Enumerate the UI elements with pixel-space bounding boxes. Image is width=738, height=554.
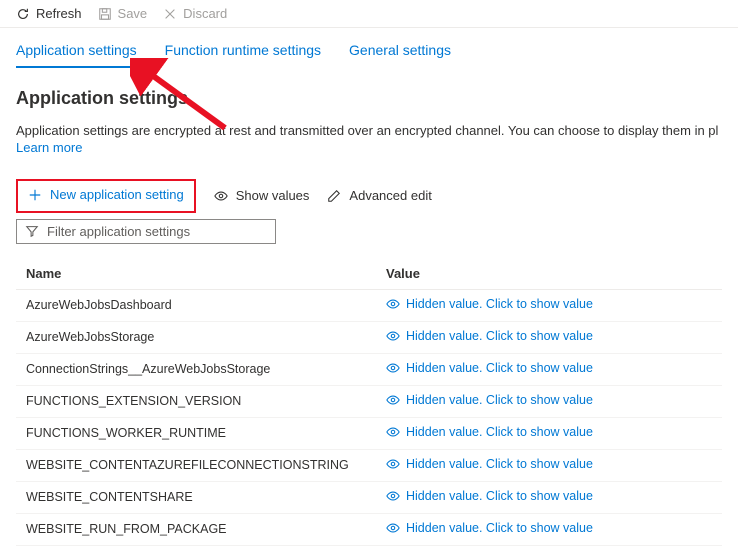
filter-input[interactable]: Filter application settings	[16, 219, 276, 244]
setting-name: AzureWebJobsStorage	[26, 330, 386, 344]
tab-application-settings[interactable]: Application settings	[16, 42, 137, 68]
refresh-button[interactable]: Refresh	[16, 6, 82, 21]
filter-icon	[25, 224, 39, 238]
settings-table: Name Value AzureWebJobsDashboard Hidden v…	[16, 258, 722, 546]
discard-icon	[163, 7, 177, 21]
eye-icon	[386, 489, 400, 503]
save-label: Save	[118, 6, 148, 21]
eye-icon	[386, 329, 400, 343]
setting-name: AzureWebJobsDashboard	[26, 298, 386, 312]
setting-name: FUNCTIONS_EXTENSION_VERSION	[26, 394, 386, 408]
setting-name: ConnectionStrings__AzureWebJobsStorage	[26, 362, 386, 376]
eye-icon	[386, 393, 400, 407]
save-button: Save	[98, 6, 148, 21]
setting-value-cell: Hidden value. Click to show value	[386, 361, 712, 378]
setting-value-cell: Hidden value. Click to show value	[386, 425, 712, 442]
advanced-edit-label: Advanced edit	[349, 188, 431, 203]
setting-value-cell: Hidden value. Click to show value	[386, 393, 712, 410]
filter-placeholder: Filter application settings	[47, 224, 190, 239]
setting-name: WEBSITE_CONTENTAZUREFILECONNECTIONSTRING	[26, 458, 386, 472]
show-value-link[interactable]: Hidden value. Click to show value	[386, 457, 593, 471]
hidden-value-text: Hidden value. Click to show value	[406, 361, 593, 375]
table-header: Name Value	[16, 258, 722, 290]
actions-row: New application setting Show values Adva…	[16, 179, 722, 213]
table-row: WEBSITE_RUN_FROM_PACKAGE Hidden value. Cl…	[16, 514, 722, 546]
setting-name: FUNCTIONS_WORKER_RUNTIME	[26, 426, 386, 440]
eye-icon	[386, 425, 400, 439]
show-value-link[interactable]: Hidden value. Click to show value	[386, 297, 593, 311]
annotation-highlight-box: New application setting	[16, 179, 196, 213]
setting-value-cell: Hidden value. Click to show value	[386, 329, 712, 346]
edit-icon	[327, 189, 341, 203]
show-value-link[interactable]: Hidden value. Click to show value	[386, 425, 593, 439]
discard-button: Discard	[163, 6, 227, 21]
setting-value-cell: Hidden value. Click to show value	[386, 489, 712, 506]
show-value-link[interactable]: Hidden value. Click to show value	[386, 361, 593, 375]
eye-icon	[386, 457, 400, 471]
table-row: FUNCTIONS_EXTENSION_VERSION Hidden value.…	[16, 386, 722, 418]
hidden-value-text: Hidden value. Click to show value	[406, 489, 593, 503]
show-values-button[interactable]: Show values	[214, 188, 310, 203]
hidden-value-text: Hidden value. Click to show value	[406, 425, 593, 439]
show-value-link[interactable]: Hidden value. Click to show value	[386, 329, 593, 343]
plus-icon	[28, 188, 42, 202]
setting-value-cell: Hidden value. Click to show value	[386, 457, 712, 474]
refresh-label: Refresh	[36, 6, 82, 21]
eye-icon	[214, 189, 228, 203]
hidden-value-text: Hidden value. Click to show value	[406, 457, 593, 471]
tab-general-settings[interactable]: General settings	[349, 42, 451, 68]
hidden-value-text: Hidden value. Click to show value	[406, 297, 593, 311]
column-header-value: Value	[386, 266, 712, 281]
setting-name: WEBSITE_CONTENTSHARE	[26, 490, 386, 504]
show-value-link[interactable]: Hidden value. Click to show value	[386, 521, 593, 535]
setting-value-cell: Hidden value. Click to show value	[386, 297, 712, 314]
page-title: Application settings	[16, 88, 722, 109]
command-bar: Refresh Save Discard	[0, 0, 738, 28]
discard-label: Discard	[183, 6, 227, 21]
hidden-value-text: Hidden value. Click to show value	[406, 329, 593, 343]
content-area: Application settings Application setting…	[0, 68, 738, 554]
column-header-name: Name	[26, 266, 386, 281]
table-row: ConnectionStrings__AzureWebJobsStorage Hi…	[16, 354, 722, 386]
setting-value-cell: Hidden value. Click to show value	[386, 521, 712, 538]
eye-icon	[386, 361, 400, 375]
table-row: AzureWebJobsStorage Hidden value. Click t…	[16, 322, 722, 354]
save-icon	[98, 7, 112, 21]
page-description: Application settings are encrypted at re…	[16, 123, 722, 138]
table-row: AzureWebJobsDashboard Hidden value. Click…	[16, 290, 722, 322]
eye-icon	[386, 521, 400, 535]
setting-name: WEBSITE_RUN_FROM_PACKAGE	[26, 522, 386, 536]
hidden-value-text: Hidden value. Click to show value	[406, 521, 593, 535]
tab-bar: Application settings Function runtime se…	[0, 28, 738, 68]
tab-function-runtime-settings[interactable]: Function runtime settings	[165, 42, 321, 68]
new-setting-label: New application setting	[50, 187, 184, 202]
table-row: FUNCTIONS_WORKER_RUNTIME Hidden value. Cl…	[16, 418, 722, 450]
show-value-link[interactable]: Hidden value. Click to show value	[386, 489, 593, 503]
table-row: WEBSITE_CONTENTSHARE Hidden value. Click …	[16, 482, 722, 514]
table-row: WEBSITE_CONTENTAZUREFILECONNECTIONSTRING…	[16, 450, 722, 482]
advanced-edit-button[interactable]: Advanced edit	[327, 188, 431, 203]
refresh-icon	[16, 7, 30, 21]
show-value-link[interactable]: Hidden value. Click to show value	[386, 393, 593, 407]
hidden-value-text: Hidden value. Click to show value	[406, 393, 593, 407]
new-application-setting-button[interactable]: New application setting	[28, 187, 184, 202]
eye-icon	[386, 297, 400, 311]
learn-more-link[interactable]: Learn more	[16, 140, 722, 155]
show-values-label: Show values	[236, 188, 310, 203]
